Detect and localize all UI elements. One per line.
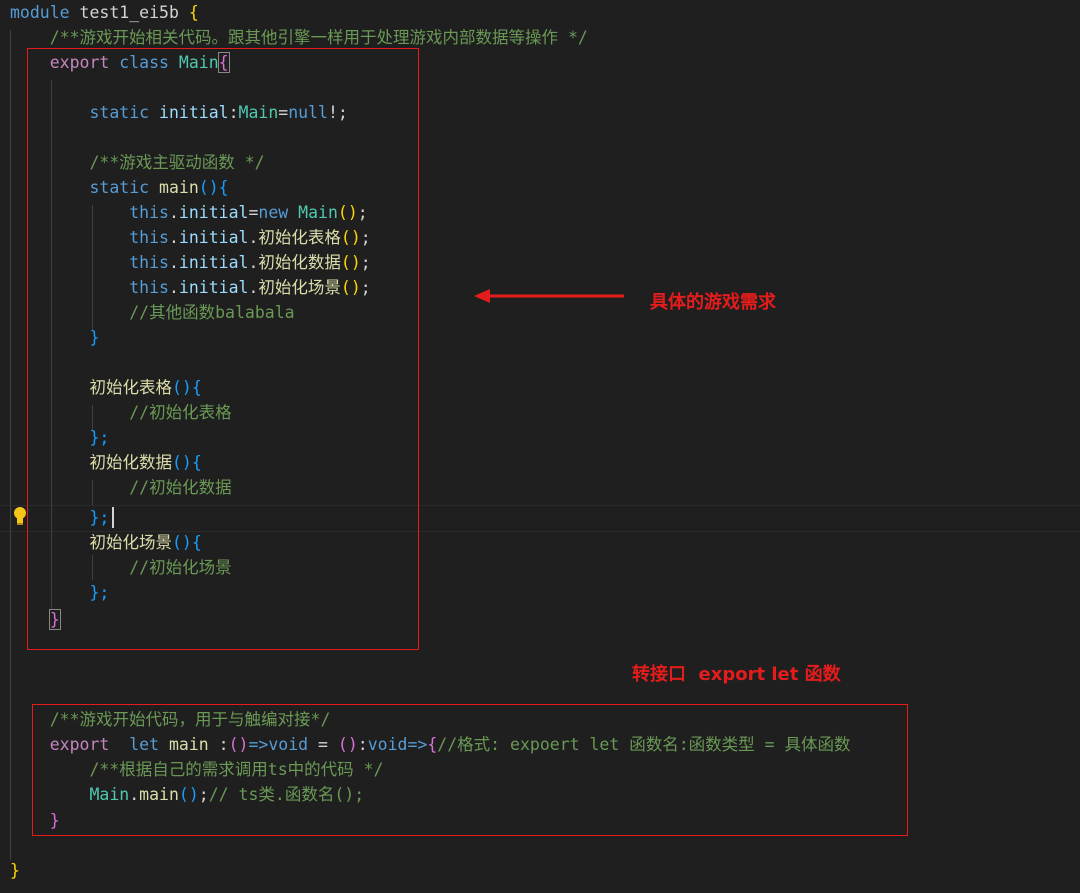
code-line-2[interactable]: /**游戏开始相关代码。跟其他引擎一样用于处理游戏内部数据等操作 */ <box>10 25 588 50</box>
brace: { <box>188 3 199 22</box>
keyword: module <box>10 3 70 22</box>
brace: } <box>10 861 20 880</box>
arrow-left-icon <box>474 289 624 303</box>
annotation-interface: 转接口 export let 函数 <box>632 664 841 685</box>
code-line-34[interactable]: } <box>10 858 20 883</box>
interface-highlight-box <box>32 704 908 836</box>
annotation-game-requirements: 具体的游戏需求 <box>650 292 776 313</box>
class-highlight-box <box>27 48 419 650</box>
code-line-1[interactable]: module test1_ei5b { <box>10 0 199 25</box>
comment: /**游戏开始相关代码。跟其他引擎一样用于处理游戏内部数据等操作 */ <box>49 28 588 47</box>
identifier: test1_ei5b <box>79 3 179 22</box>
lightbulb-icon[interactable] <box>12 506 28 526</box>
